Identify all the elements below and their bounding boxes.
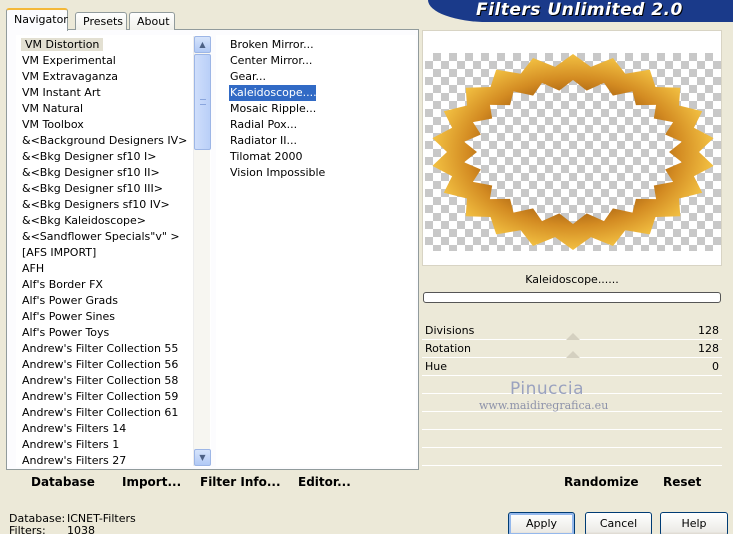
category-item[interactable]: &<Background Designers IV> [17,133,210,149]
filter-list[interactable]: Broken Mirror... Center Mirror... Gear... K… [216,35,416,467]
reset-button[interactable]: Reset [663,475,701,489]
param-value: 128 [698,342,719,355]
import-button[interactable]: Import... [122,475,181,489]
category-item[interactable]: Andrew's Filters 27 [17,453,210,466]
category-item[interactable]: Andrew's Filters 14 [17,421,210,437]
filter-item[interactable]: Gear... [216,69,416,85]
filter-item[interactable]: Radial Pox... [216,117,416,133]
category-item[interactable]: Andrew's Filter Collection 61 [17,405,210,421]
param-hue[interactable]: Hue 0 [422,358,722,376]
param-empty [422,412,722,430]
category-item[interactable]: Alf's Border FX [17,277,210,293]
filters-status-label: Filters: [9,524,46,534]
category-list[interactable]: VM Distortion VM Experimental VM Extravaga… [16,35,211,467]
filter-item[interactable]: Tilomat 2000 [216,149,416,165]
filters-status-value: 1038 [67,524,95,534]
category-item[interactable]: &<Bkg Designer sf10 III> [17,181,210,197]
param-value: 0 [712,360,719,373]
category-item[interactable]: Andrew's Filter Collection 56 [17,357,210,373]
category-item[interactable]: Andrew's Filter Collection 59 [17,389,210,405]
category-item[interactable]: VM Natural [17,101,210,117]
apply-button[interactable]: Apply [508,512,575,534]
help-button[interactable]: Help [660,512,728,534]
filter-info-button[interactable]: Filter Info... [200,475,281,489]
progress-bar [423,292,721,303]
category-item[interactable]: Andrew's Filter Collection 58 [17,373,210,389]
scroll-thumb[interactable] [194,54,211,150]
filter-item[interactable]: Mosaic Ripple... [216,101,416,117]
filter-item[interactable]: Kaleidoscope...... [216,85,416,101]
database-button[interactable]: Database [31,475,95,489]
tab-presets[interactable]: Presets [75,12,127,30]
filter-item[interactable]: Radiator II... [216,133,416,149]
category-item[interactable]: Andrew's Filters 1 [17,437,210,453]
slider-marker-icon[interactable] [566,351,580,358]
randomize-button[interactable]: Randomize [564,475,638,489]
param-label: Rotation [425,342,472,355]
preview-pane [422,30,722,266]
category-item[interactable]: VM Extravaganza [17,69,210,85]
filter-item[interactable]: Vision Impossible [216,165,416,181]
watermark-site: www.maidiregrafica.eu [479,399,609,412]
app-banner: Filters Unlimited 2.0 [428,0,733,22]
tab-navigator[interactable]: Navigator [6,8,68,31]
param-empty [422,430,722,448]
tab-about[interactable]: About [129,12,175,30]
category-scrollbar[interactable]: ▲ ▼ [193,36,211,466]
category-item[interactable]: &<Bkg Designer sf10 II> [17,165,210,181]
scroll-up-icon[interactable]: ▲ [194,36,211,53]
param-empty [422,448,722,466]
category-item[interactable]: Andrew's Filter Collection 55 [17,341,210,357]
editor-button[interactable]: Editor... [298,475,351,489]
category-item[interactable]: &<Bkg Kaleidoscope> [17,213,210,229]
filter-name-label: Kaleidoscope...... [525,273,619,286]
category-item[interactable]: [AFS IMPORT] [17,245,210,261]
param-value: 128 [698,324,719,337]
category-item[interactable]: AFH [17,261,210,277]
cancel-button[interactable]: Cancel [585,512,652,534]
category-item[interactable]: Alf's Power Grads [17,293,210,309]
param-label: Hue [425,360,448,373]
category-item[interactable]: Alf's Power Sines [17,309,210,325]
scroll-down-icon[interactable]: ▼ [194,449,211,466]
param-divisions[interactable]: Divisions 128 [422,322,722,340]
filter-item[interactable]: Center Mirror... [216,53,416,69]
category-item[interactable]: &<Sandflower Specials"v" > [17,229,210,245]
watermark-name: Pinuccia [510,379,584,399]
category-item[interactable]: Alf's Power Toys [17,325,210,341]
category-item[interactable]: &<Bkg Designers sf10 IV> [17,197,210,213]
category-item[interactable]: &<Bkg Designer sf10 I> [17,149,210,165]
category-item[interactable]: VM Experimental [17,53,210,69]
slider-marker-icon[interactable] [566,333,580,340]
param-label: Divisions [425,324,475,337]
filters-status: Filters: 1038 [9,524,95,534]
category-item[interactable]: VM Distortion [17,37,210,53]
filter-item[interactable]: Broken Mirror... [216,37,416,53]
param-rotation[interactable]: Rotation 128 [422,340,722,358]
kaleidoscope-ring-preview [432,54,714,250]
category-item[interactable]: VM Toolbox [17,117,210,133]
category-item[interactable]: VM Instant Art [17,85,210,101]
